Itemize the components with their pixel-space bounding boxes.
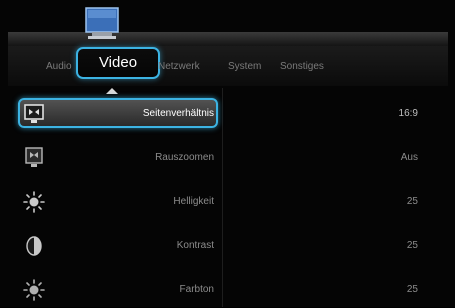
setting-value: 25 xyxy=(406,240,418,251)
brightness-icon xyxy=(23,191,45,213)
tab-audio[interactable]: Audio xyxy=(46,60,72,74)
tab-sonstiges[interactable]: Sonstiges xyxy=(280,60,324,74)
setting-label: Farbton xyxy=(179,284,214,295)
setting-row-farbton[interactable]: Farbton 25 xyxy=(8,272,448,308)
setting-value: 25 xyxy=(406,196,418,207)
setting-value: Aus xyxy=(400,152,418,163)
top-bar xyxy=(8,32,448,46)
setting-label: Seitenverhältnis xyxy=(142,108,214,119)
setting-value: 25 xyxy=(406,284,418,295)
aspect-ratio-icon xyxy=(24,104,44,123)
tab-netzwerk[interactable]: Netzwerk xyxy=(158,60,200,74)
setting-label: Kontrast xyxy=(176,240,214,251)
setting-label: Helligkeit xyxy=(173,196,214,207)
menu-pointer-icon xyxy=(106,88,118,94)
setting-row-helligkeit[interactable]: Helligkeit 25 xyxy=(8,184,448,220)
tv-monitor-icon xyxy=(85,7,119,39)
settings-screen: Audio Video Netzwerk System Sonstiges Se… xyxy=(0,0,455,307)
hue-icon xyxy=(23,279,45,301)
setting-row-rauszoomen[interactable]: Rauszoomen Aus xyxy=(8,140,448,176)
setting-label: Rauszoomen xyxy=(155,152,214,163)
setting-row-seitenverhaeltnis[interactable]: Seitenverhältnis 16:9 xyxy=(8,96,448,132)
tab-video[interactable]: Video xyxy=(76,47,160,79)
contrast-icon xyxy=(26,236,42,256)
tab-system[interactable]: System xyxy=(228,60,261,74)
setting-row-kontrast[interactable]: Kontrast 25 xyxy=(8,228,448,264)
setting-value: 16:9 xyxy=(398,108,418,119)
zoom-out-icon xyxy=(25,147,43,167)
